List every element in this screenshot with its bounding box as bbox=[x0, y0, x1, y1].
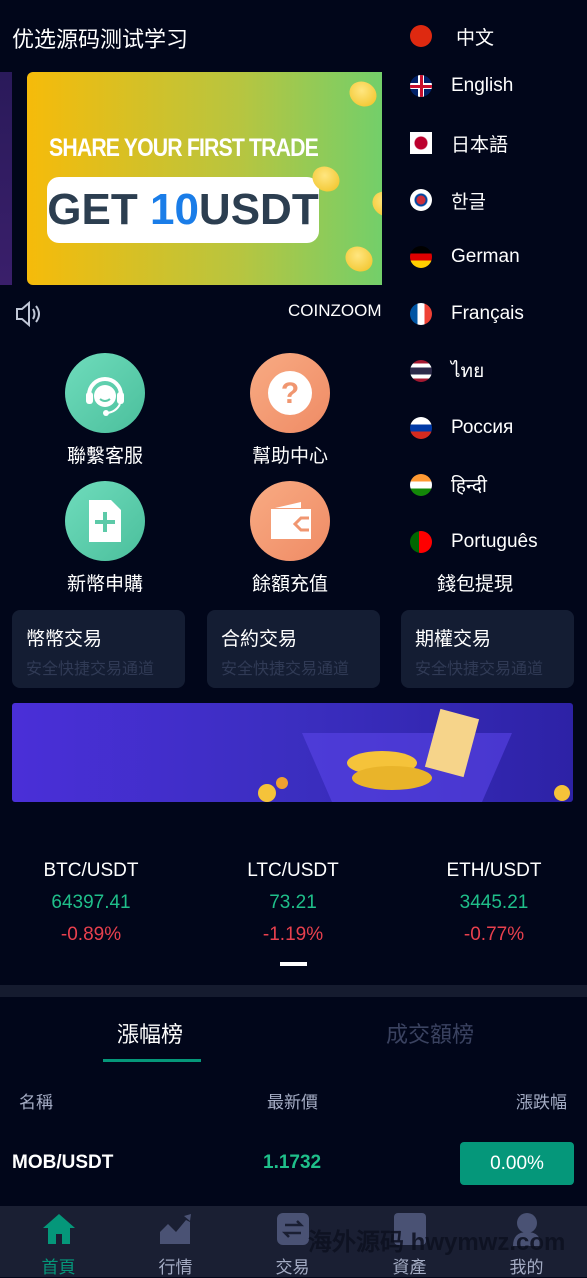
lang-zh[interactable]: 中文 bbox=[410, 21, 587, 51]
lang-hi[interactable]: हिन्दी bbox=[410, 470, 587, 500]
lang-ko[interactable]: 한글 bbox=[410, 185, 587, 215]
home-icon bbox=[42, 1214, 75, 1244]
flag-cn-icon bbox=[410, 25, 432, 47]
ticker-eth[interactable]: ETH/USDT 3445.21 -0.77% bbox=[399, 860, 587, 946]
chart-icon bbox=[159, 1214, 191, 1244]
nav-market[interactable]: 行情 bbox=[117, 1206, 234, 1278]
card-contract-trade[interactable]: 合約交易 安全快捷交易通道 bbox=[207, 610, 380, 688]
promo-banner-secondary[interactable] bbox=[12, 703, 573, 802]
flag-uk-icon bbox=[410, 75, 432, 97]
feature-label[interactable]: 幫助中心 bbox=[220, 441, 360, 468]
card-options-trade[interactable]: 期權交易 安全快捷交易通道 bbox=[401, 610, 574, 688]
promo-banner[interactable]: SHARE YOUR FIRST TRADE GET 10USDT bbox=[27, 72, 382, 285]
feature-label[interactable]: 餘額充值 bbox=[220, 569, 360, 596]
tab-volume[interactable]: 成交額榜 bbox=[386, 1017, 474, 1049]
flag-pt-icon bbox=[410, 531, 432, 553]
speaker-icon bbox=[14, 300, 44, 333]
watermark: 海外源码 hwymwz.com bbox=[308, 1229, 566, 1256]
document-plus-icon[interactable] bbox=[65, 481, 145, 561]
lang-de[interactable]: German bbox=[410, 242, 587, 272]
lang-en[interactable]: English bbox=[410, 71, 587, 101]
lang-th[interactable]: ไทย bbox=[410, 356, 587, 386]
feature-label[interactable]: 新幣申購 bbox=[35, 569, 175, 596]
question-icon[interactable]: ? bbox=[250, 353, 330, 433]
section-divider bbox=[0, 985, 587, 997]
table-row[interactable]: MOB/USDT 1.1732 0.00% bbox=[0, 1142, 587, 1186]
ticker-ltc[interactable]: LTC/USDT 73.21 -1.19% bbox=[198, 860, 388, 946]
banner-headline: SHARE YOUR FIRST TRADE bbox=[49, 134, 319, 162]
app-title: 优选源码测试学习 bbox=[12, 27, 189, 52]
lang-ja[interactable]: 日本語 bbox=[410, 128, 587, 158]
flag-de-icon bbox=[410, 246, 432, 268]
lang-pt[interactable]: Português bbox=[410, 527, 587, 557]
banner-prev-slide[interactable] bbox=[0, 72, 12, 285]
nav-home[interactable]: 首頁 bbox=[0, 1206, 117, 1278]
flag-th-icon bbox=[410, 360, 432, 382]
flag-kr-icon bbox=[410, 189, 432, 211]
headset-icon[interactable] bbox=[65, 353, 145, 433]
wallet-icon[interactable] bbox=[250, 481, 330, 561]
lang-ru[interactable]: Россия bbox=[410, 413, 587, 443]
notice-marquee[interactable]: COINZOOM bbox=[288, 301, 382, 321]
col-price: 最新價 bbox=[267, 1093, 318, 1112]
ticker-btc[interactable]: BTC/USDT 64397.41 -0.89% bbox=[0, 860, 186, 946]
feature-label[interactable]: 錢包提現 bbox=[405, 569, 545, 596]
change-badge: 0.00% bbox=[460, 1142, 574, 1185]
tab-underline bbox=[103, 1059, 201, 1062]
col-change: 漲跌幅 bbox=[516, 1093, 567, 1112]
card-spot-trade[interactable]: 幣幣交易 安全快捷交易通道 bbox=[12, 610, 185, 688]
tab-gainers[interactable]: 漲幅榜 bbox=[117, 1017, 183, 1049]
col-name: 名稱 bbox=[19, 1093, 53, 1112]
banner-pill: GET 10USDT bbox=[47, 177, 319, 243]
flag-ru-icon bbox=[410, 417, 432, 439]
feature-label[interactable]: 聯繫客服 bbox=[35, 441, 175, 468]
flag-in-icon bbox=[410, 474, 432, 496]
flag-jp-icon bbox=[410, 132, 432, 154]
svg-text:?: ? bbox=[281, 377, 299, 410]
exchange-icon bbox=[276, 1213, 309, 1245]
flag-fr-icon bbox=[410, 303, 432, 325]
lang-fr[interactable]: Français bbox=[410, 299, 587, 329]
carousel-indicator[interactable] bbox=[280, 962, 307, 966]
